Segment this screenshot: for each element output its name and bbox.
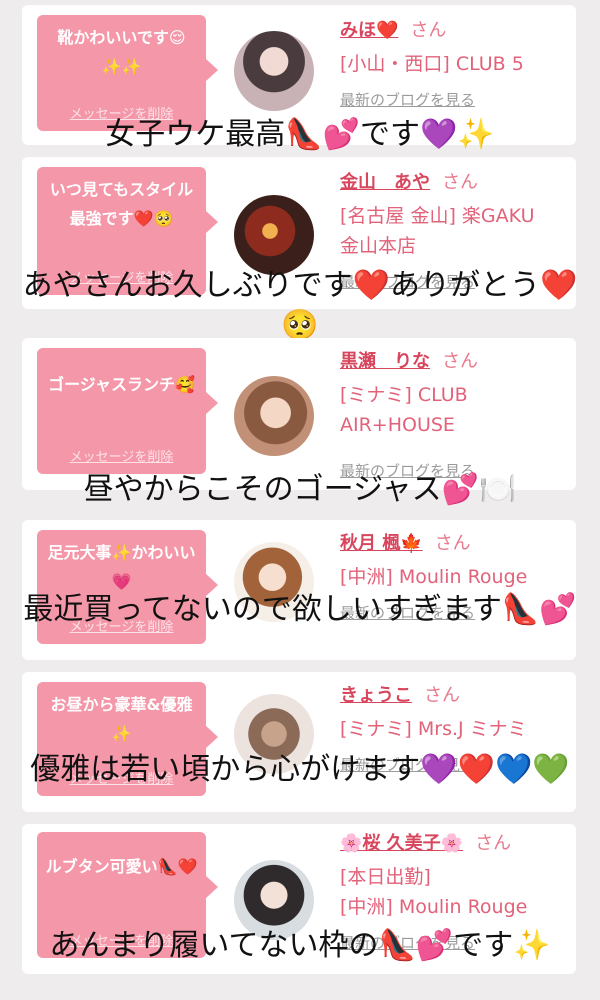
shop-info: [本日出勤] [中洲] Moulin Rouge	[340, 862, 566, 922]
honorific: さん	[475, 833, 512, 854]
overlay-caption: あやさんお久しぶりです❤️ありがとう❤️🥺	[22, 268, 578, 343]
comment-bubble: ゴージャスランチ🥰 メッセージを削除	[37, 348, 218, 474]
cast-name-link[interactable]: 金山 あや	[340, 172, 430, 193]
shop-line: [中洲] Moulin Rouge	[340, 566, 528, 588]
cast-name-link[interactable]: 黒瀬 りな	[340, 351, 430, 372]
overlay-caption: 優雅は若い頃から心がけます💜❤️💙💚	[30, 752, 570, 787]
cast-name-link[interactable]: みほ❤️	[340, 20, 398, 41]
shop-line: [ミナミ] CLUB	[340, 384, 468, 406]
shop-info: [小山・西口] CLUB 5	[340, 49, 566, 79]
overlay-caption: あんまり履いてない枠の👠💕です✨	[49, 928, 551, 963]
honorific: さん	[424, 685, 460, 706]
message-card: お昼から豪華&優雅✨ メッセージを削除 きょうこ さん [ミナミ] Mrs.J ミ…	[22, 672, 576, 812]
honorific: さん	[434, 533, 471, 554]
cast-name-link[interactable]: きょうこ	[340, 685, 412, 706]
avatar[interactable]	[234, 31, 314, 111]
honorific: さん	[442, 172, 478, 193]
comment-text: ルブタン可愛い👠❤️	[45, 857, 198, 876]
avatar[interactable]	[234, 376, 314, 456]
delete-message-link[interactable]: メッセージを削除	[37, 450, 206, 466]
cast-name-link[interactable]: 🌸桜 久美子🌸	[340, 833, 463, 854]
shop-line: [小山・西口] CLUB 5	[340, 53, 524, 75]
shop-line: AIR+HOUSE	[340, 414, 455, 436]
shop-line: [ミナミ] Mrs.J ミナミ	[340, 718, 527, 740]
honorific: さん	[410, 20, 447, 41]
shop-line: 金山本店	[340, 235, 417, 257]
comment-bubble: 靴かわいいです😌✨✨ メッセージを削除	[37, 15, 218, 131]
shop-info: [ミナミ] CLUB AIR+HOUSE	[340, 380, 566, 440]
shop-line: [本日出勤]	[340, 866, 431, 888]
comment-text: お昼から豪華&優雅✨	[50, 695, 193, 743]
shop-info: [中洲] Moulin Rouge	[340, 562, 566, 592]
overlay-caption: 昼やからこそのゴージャス💕🍽️	[83, 472, 517, 507]
shop-info: [名古屋 金山] 楽GAKU 金山本店	[340, 201, 566, 261]
comment-text: ゴージャスランチ🥰	[48, 375, 195, 394]
avatar[interactable]	[234, 195, 314, 275]
latest-blog-link[interactable]: 最新のブログを見る	[340, 89, 566, 110]
cast-name-link[interactable]: 秋月 楓🍁	[340, 533, 423, 554]
comment-text: 靴かわいいです😌✨✨	[57, 28, 186, 76]
comment-text: いつ見てもスタイル最強です❤️🥺	[49, 180, 194, 228]
comment-text: 足元大事✨かわいい💗	[47, 543, 196, 591]
overlay-caption: 女子ウケ最高👠💕です💜✨	[105, 117, 495, 152]
honorific: さん	[442, 351, 478, 372]
shop-line: [名古屋 金山] 楽GAKU	[340, 205, 535, 227]
message-card: ゴージャスランチ🥰 メッセージを削除 黒瀬 りな さん [ミナミ] CLUB AIR…	[22, 338, 576, 490]
shop-line: [中洲] Moulin Rouge	[340, 896, 528, 918]
overlay-caption: 最近買ってないので欲しいすぎます👠💕	[23, 592, 577, 627]
shop-info: [ミナミ] Mrs.J ミナミ	[340, 714, 566, 744]
